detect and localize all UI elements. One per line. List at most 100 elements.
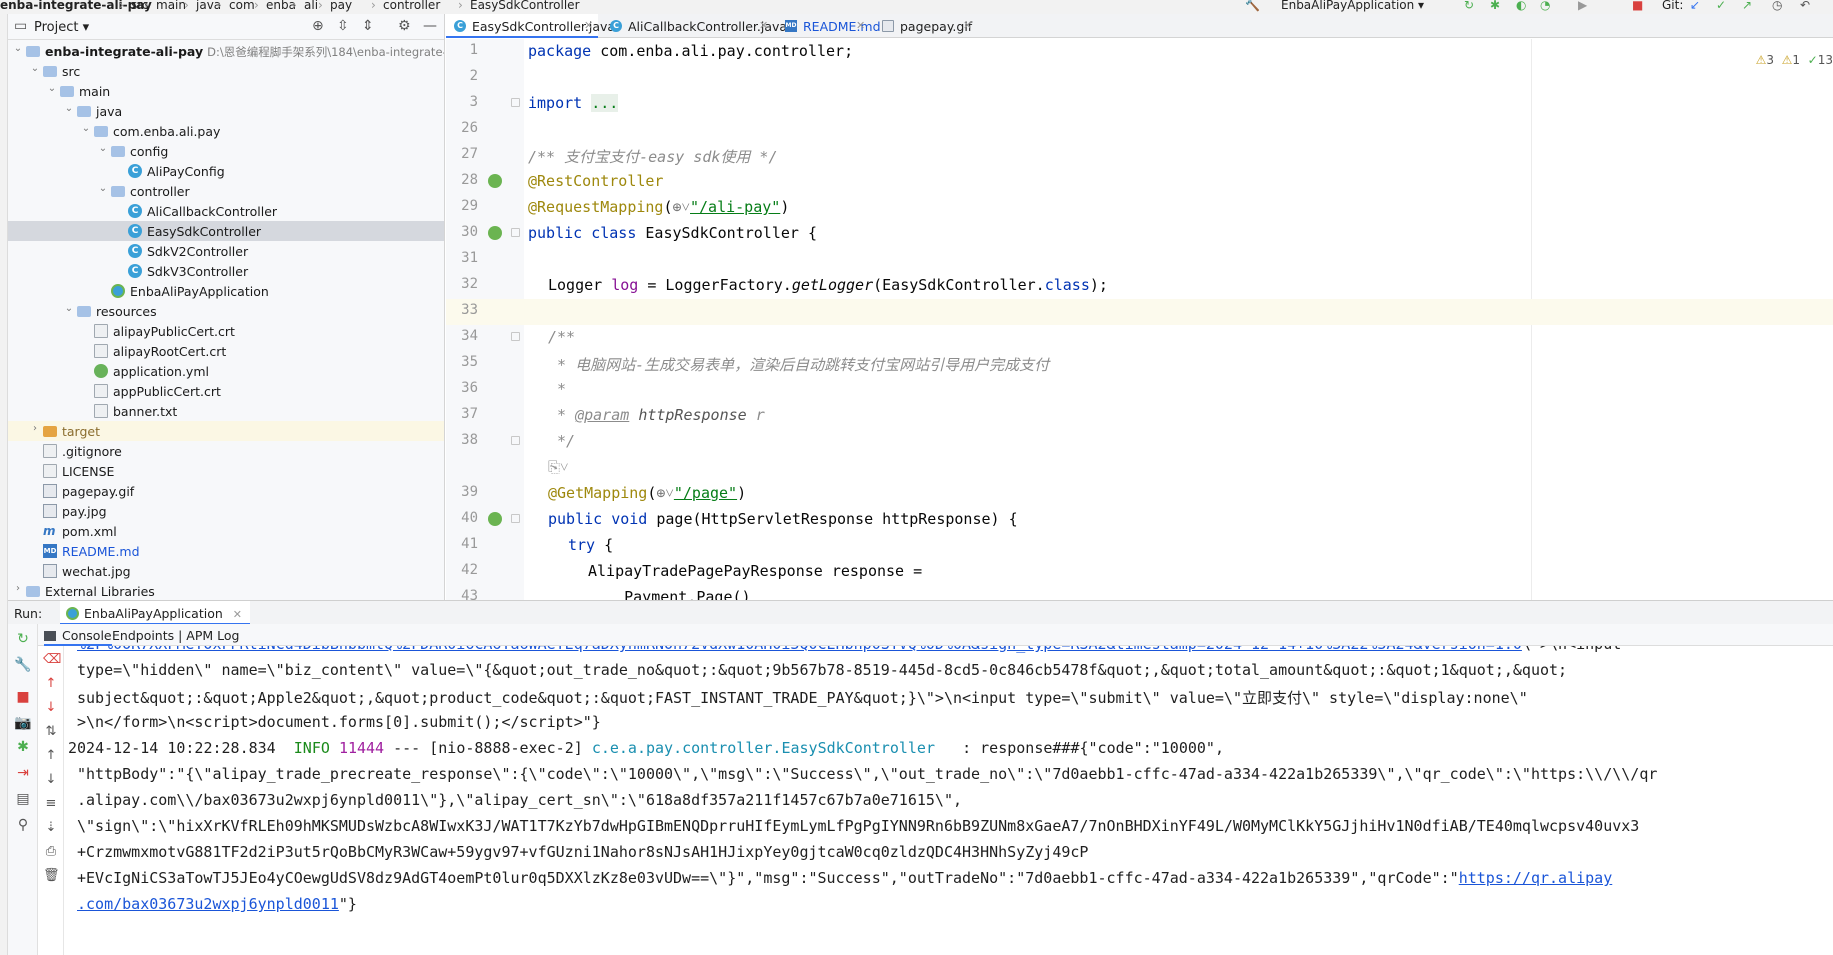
breadcrumb-item[interactable]: controller	[383, 0, 440, 12]
chevron-down-icon[interactable]: ⌄	[29, 63, 41, 74]
tree-node-alipaypubliccert-crt[interactable]: alipayPublicCert.crt	[8, 321, 444, 341]
rerun-icon[interactable]: ↻	[1464, 0, 1474, 12]
pin-icon[interactable]: ⚲	[14, 816, 32, 834]
close-icon[interactable]: ✕	[233, 608, 242, 621]
soft-wrap-icon[interactable]: ≡	[43, 796, 59, 812]
print-icon[interactable]: ⎙	[43, 844, 59, 860]
inspection-widget[interactable]: ⚠3 ⚠1 ✓13	[1756, 53, 1833, 67]
hide-icon[interactable]: —	[423, 18, 437, 34]
layout-icon[interactable]: ▤	[14, 790, 32, 808]
project-view-icon[interactable]: ▭	[14, 18, 27, 34]
close-icon[interactable]: ✕	[759, 19, 768, 32]
breadcrumb-item[interactable]: main	[156, 0, 186, 12]
tree-node-pagepay-gif[interactable]: pagepay.gif	[8, 481, 444, 501]
breadcrumb-item[interactable]: enba-integrate-ali-pay	[0, 0, 152, 12]
git-push-icon[interactable]: ↗	[1742, 0, 1752, 12]
build-icon[interactable]: 🔨	[1245, 0, 1260, 12]
stop-icon[interactable]: ■	[14, 688, 32, 706]
tree-node-license[interactable]: LICENSE	[8, 461, 444, 481]
tree-node-sdkv2controller[interactable]: C SdkV2Controller	[8, 241, 444, 261]
tab-console[interactable]: Console	[44, 624, 112, 646]
tree-node-alipayrootcert-crt[interactable]: alipayRootCert.crt	[8, 341, 444, 361]
tree-node-controller[interactable]: ⌄ controller	[8, 181, 444, 201]
git-update-icon[interactable]: ↙	[1690, 0, 1700, 12]
history-icon[interactable]: ◷	[1772, 0, 1782, 12]
exit-icon[interactable]: ⇥	[14, 764, 32, 782]
close-icon[interactable]: ✕	[963, 19, 972, 32]
gear-icon[interactable]: ⚙	[398, 18, 411, 34]
up-icon[interactable]: ↑	[43, 676, 59, 692]
fold-icon[interactable]	[511, 514, 520, 523]
breadcrumb-item[interactable]: ali	[304, 0, 318, 12]
run-app-tab[interactable]: EnbaAliPayApplication ✕	[60, 601, 251, 625]
tree-node-banner-txt[interactable]: banner.txt	[8, 401, 444, 421]
tab-pagepay-gif[interactable]: pagepay.gif ✕	[874, 14, 977, 38]
chevron-down-icon[interactable]: ⌄	[97, 143, 109, 154]
tree-node-alicallbackcontroller[interactable]: C AliCallbackController	[8, 201, 444, 221]
debug-icon[interactable]: ✱	[14, 738, 32, 756]
tree-node-resources[interactable]: ⌄ resources	[8, 301, 444, 321]
tree-node-external-libraries[interactable]: › External Libraries	[8, 581, 444, 600]
run-configuration-selector[interactable]: EnbaAliPayApplication ▾	[1281, 0, 1424, 12]
scroll-up-icon[interactable]: ↑	[43, 748, 59, 764]
wrench-icon[interactable]: 🔧	[14, 656, 32, 674]
collapse-all-icon[interactable]: ⇕	[362, 18, 374, 34]
chevron-right-icon[interactable]: ›	[29, 423, 41, 434]
tree-node-com-enba-ali-pay[interactable]: ⌄ com.enba.ali.pay	[8, 121, 444, 141]
profiler-icon[interactable]: ◔	[1540, 0, 1550, 12]
fold-icon[interactable]	[511, 228, 520, 237]
chevron-down-icon[interactable]: ⌄	[63, 103, 75, 114]
tree-node-pay-jpg[interactable]: pay.jpg	[8, 501, 444, 521]
tree-node-gitignore[interactable]: .gitignore	[8, 441, 444, 461]
expand-all-icon[interactable]: ⇳	[337, 18, 349, 34]
camera-icon[interactable]: 📷	[14, 714, 32, 732]
breadcrumb-item[interactable]: com	[229, 0, 255, 12]
scroll-down-icon[interactable]: ↓	[43, 772, 59, 788]
locate-icon[interactable]: ⊕	[312, 18, 324, 34]
tree-node-easysdkcontroller[interactable]: C EasySdkController	[8, 221, 444, 241]
git-commit-icon[interactable]: ✓	[1716, 0, 1726, 12]
tree-node-enbaalipayapplication[interactable]: EnbaAliPayApplication	[8, 281, 444, 301]
chevron-down-icon[interactable]: ⌄	[46, 83, 58, 94]
tab-readme-md[interactable]: MD README.md ✕	[777, 14, 881, 38]
rollback-icon[interactable]: ↶	[1800, 0, 1810, 12]
tree-node-java[interactable]: ⌄ java	[8, 101, 444, 121]
clear-icon[interactable]: ⌫	[43, 652, 61, 668]
tree-node-target[interactable]: › target	[8, 421, 444, 441]
chevron-down-icon[interactable]: ⌄	[80, 123, 92, 134]
scroll-to-end-icon[interactable]: ⇣	[43, 820, 59, 836]
tree-node-config[interactable]: ⌄ config	[8, 141, 444, 161]
tree-node-application-yml[interactable]: application.yml	[8, 361, 444, 381]
breadcrumb-item[interactable]: EasySdkController	[470, 0, 580, 12]
tree-node-enba-integrate-ali-pay[interactable]: ⌄ enba-integrate-ali-pay D:\恩爸编程脚手架系列\184\…	[8, 41, 444, 61]
fold-icon[interactable]	[511, 436, 520, 445]
chevron-right-icon[interactable]: ›	[12, 583, 24, 594]
tree-node-wechat-jpg[interactable]: wechat.jpg	[8, 561, 444, 581]
chevron-down-icon[interactable]: ⌄	[97, 183, 109, 194]
close-icon[interactable]: ✕	[584, 19, 593, 32]
stop-icon[interactable]: ■	[1632, 0, 1643, 12]
project-panel-title[interactable]: Project ▾	[34, 20, 89, 35]
tree-node-src[interactable]: ⌄ src	[8, 61, 444, 81]
coverage-icon[interactable]: ◐	[1516, 0, 1526, 12]
chevron-down-icon[interactable]: ⌄	[63, 303, 75, 314]
fold-icon[interactable]	[511, 98, 520, 107]
tab-alicallbackcontroller-java[interactable]: C AliCallbackController.java ✕	[602, 14, 787, 38]
tree-node-alipayconfig[interactable]: C AliPayConfig	[8, 161, 444, 181]
sort-icon[interactable]: ⇅	[43, 724, 59, 740]
tree-node-sdkv3controller[interactable]: C SdkV3Controller	[8, 261, 444, 281]
tree-node-pom-xml[interactable]: m pom.xml	[8, 521, 444, 541]
tree-node-apppubliccert-crt[interactable]: appPublicCert.crt	[8, 381, 444, 401]
chevron-down-icon[interactable]: ⌄	[12, 43, 24, 54]
run-icon[interactable]: ▶	[1578, 0, 1587, 12]
rerun-icon[interactable]: ↻	[14, 630, 32, 648]
fold-icon[interactable]	[511, 332, 520, 341]
tree-node-main[interactable]: ⌄ main	[8, 81, 444, 101]
tab-endpoints[interactable]: Endpoints | APM Log	[112, 624, 239, 646]
trash-icon[interactable]: 🗑	[43, 868, 60, 884]
spring-bean-icon[interactable]	[488, 512, 502, 526]
breadcrumb-item[interactable]: pay	[330, 0, 352, 12]
spring-bean-icon[interactable]	[488, 226, 502, 240]
tab-easysdkcontroller-java[interactable]: C EasySdkController.java ✕	[446, 14, 615, 38]
spring-bean-icon[interactable]	[488, 174, 502, 188]
